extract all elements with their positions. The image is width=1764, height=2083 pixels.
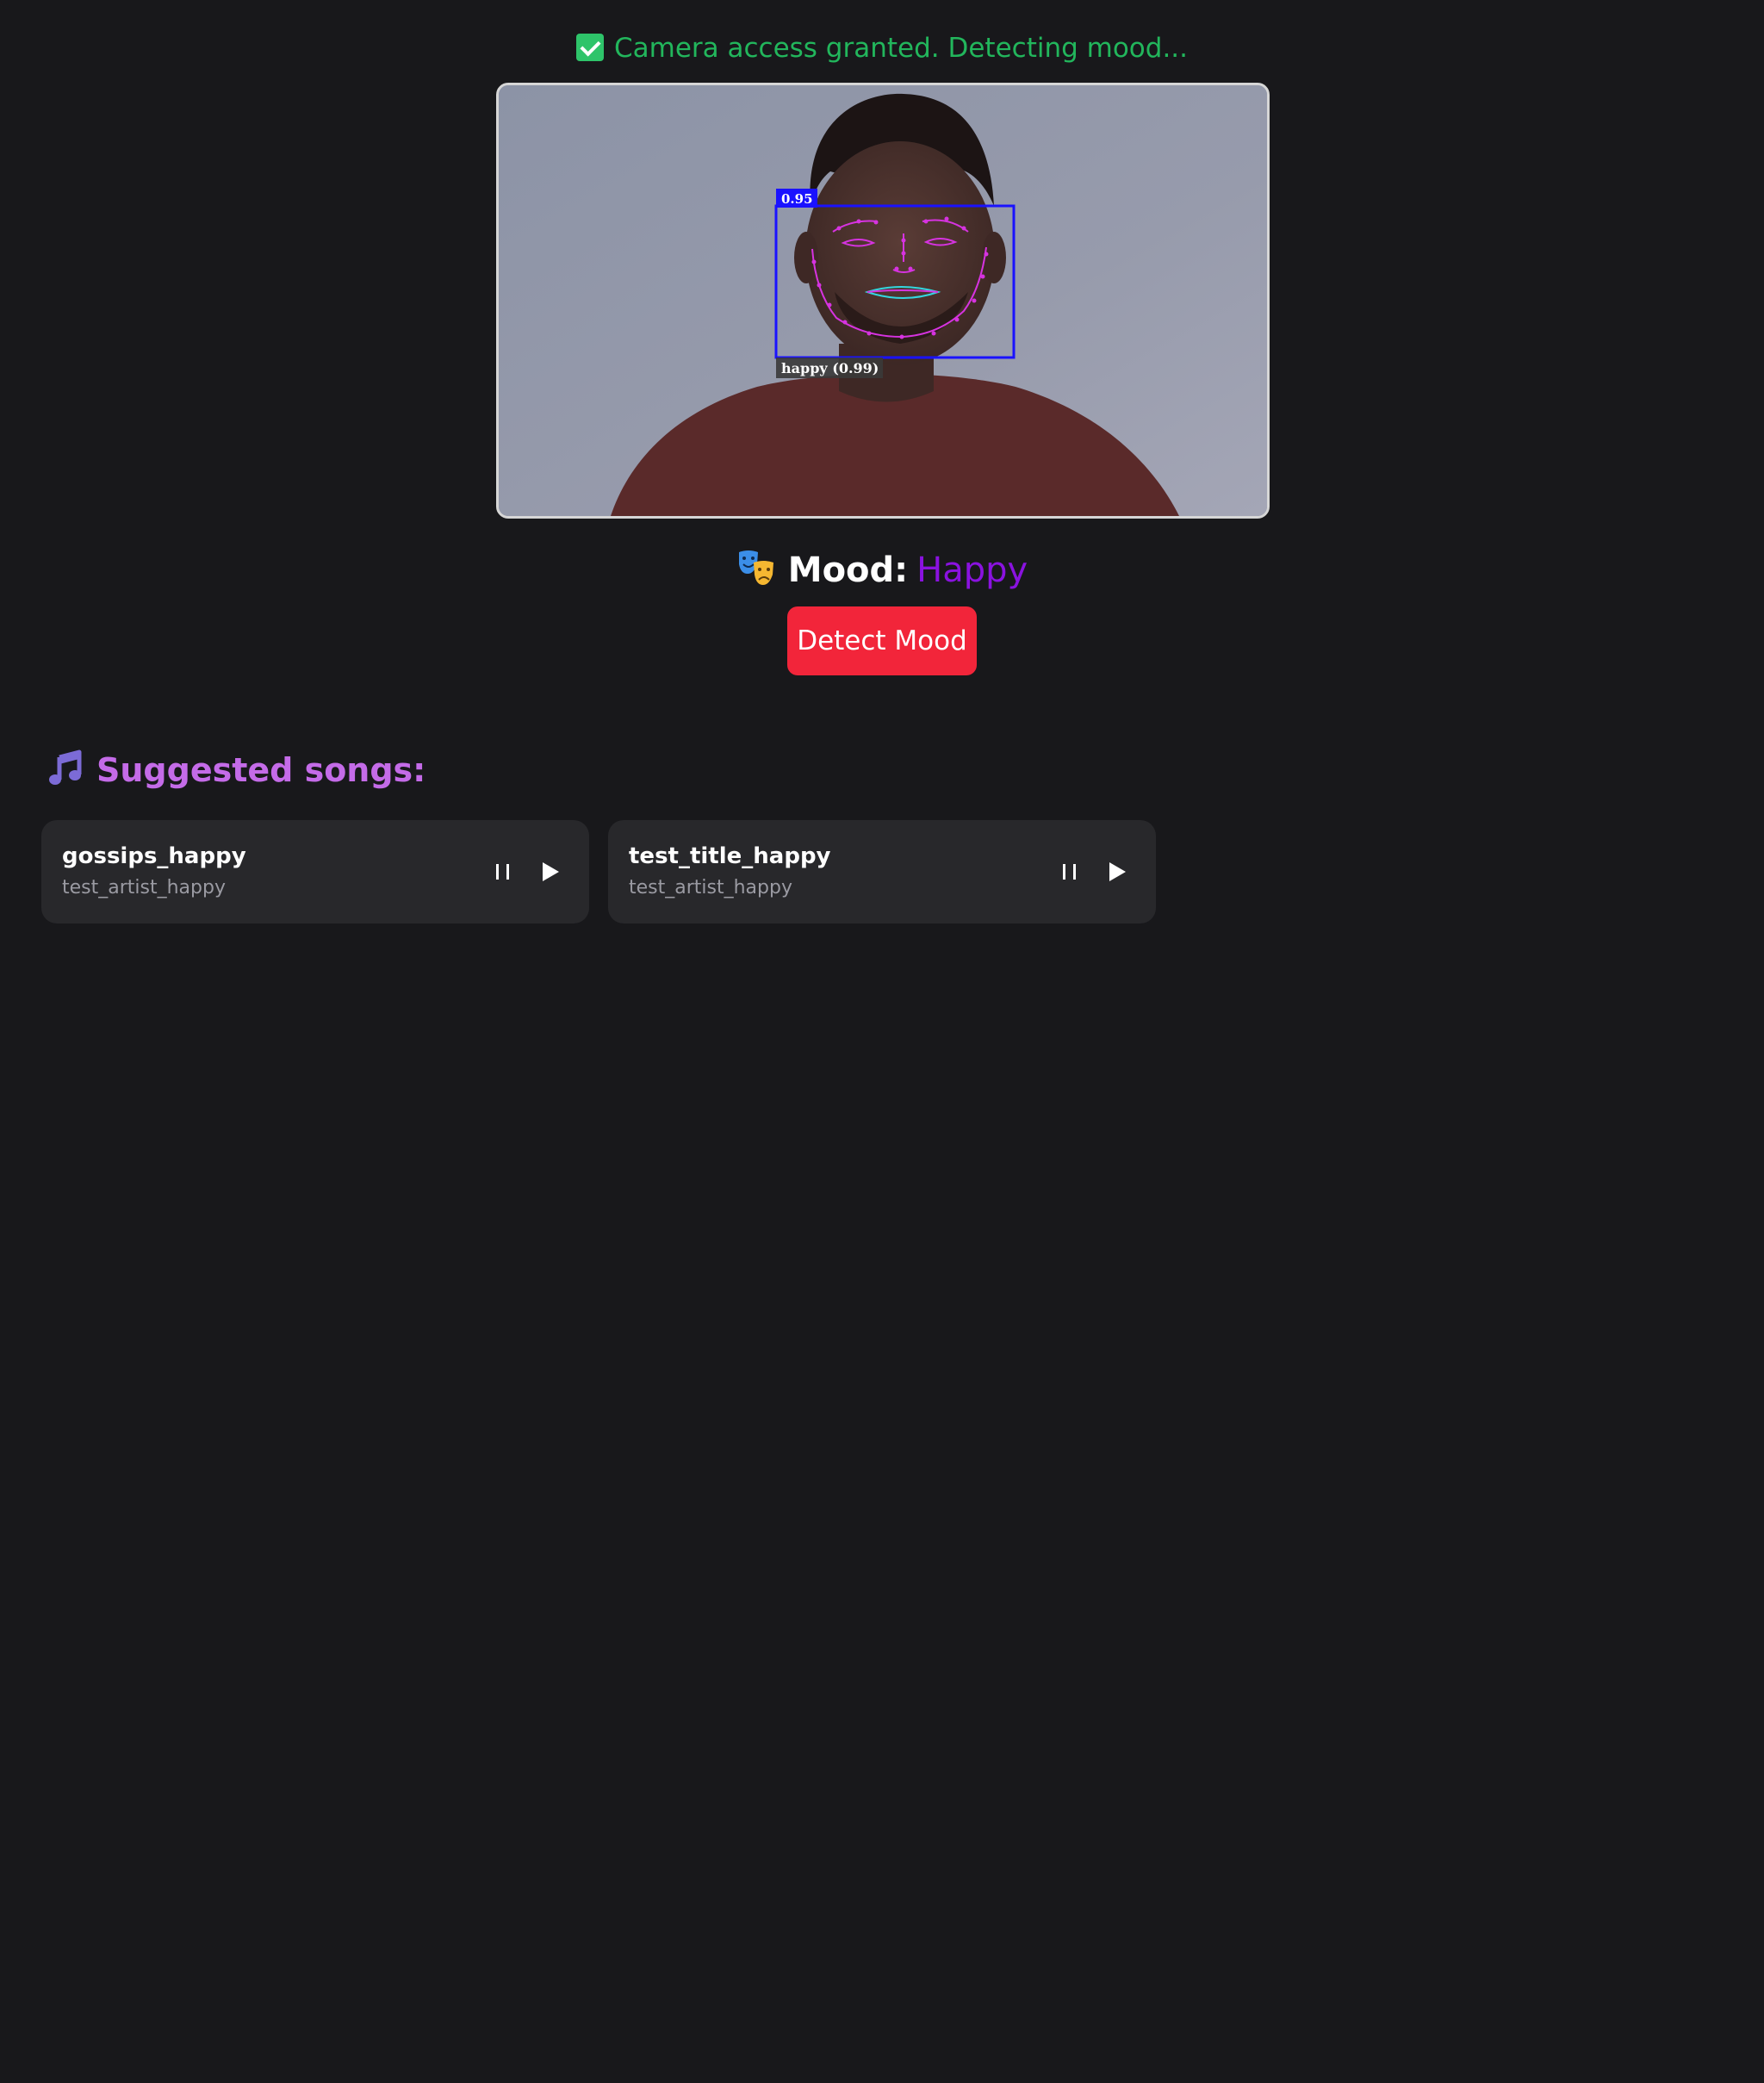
play-icon: [543, 862, 559, 881]
expression-label: happy (0.99): [781, 360, 879, 376]
song-title: gossips_happy: [62, 843, 246, 869]
mood-display: Mood: Happy: [0, 544, 1764, 596]
song-artist: test_artist_happy: [629, 877, 792, 898]
song-card: gossips_happy test_artist_happy: [41, 820, 589, 923]
suggested-songs-text: Suggested songs:: [96, 751, 426, 789]
webcam-view: 0.95 happy (0.99): [496, 83, 1270, 519]
music-note-icon: [49, 749, 82, 785]
song-artist: test_artist_happy: [62, 877, 226, 898]
pause-button[interactable]: [1053, 855, 1087, 889]
pause-icon: [496, 864, 509, 880]
song-title: test_title_happy: [629, 843, 831, 869]
camera-status-text: Camera access granted. Detecting mood...: [613, 33, 1189, 64]
mood-label: Mood:: [787, 550, 909, 590]
camera-status: Camera access granted. Detecting mood...: [0, 31, 1764, 65]
detect-mood-button[interactable]: Detect Mood: [787, 606, 977, 675]
play-icon: [1109, 862, 1126, 881]
play-button[interactable]: [1099, 855, 1134, 889]
song-card: test_title_happy test_artist_happy: [608, 820, 1156, 923]
webcam-frame: 0.95 happy (0.99): [499, 85, 1267, 516]
detection-score: 0.95: [781, 191, 813, 207]
suggested-songs-heading: Suggested songs:: [47, 748, 425, 793]
page: Camera access granted. Detecting mood...: [0, 0, 1764, 2083]
performing-arts-masks-icon: [738, 550, 773, 585]
pause-icon: [1063, 864, 1076, 880]
mood-value: Happy: [916, 550, 1028, 590]
pause-button[interactable]: [486, 855, 520, 889]
checkbox-checked-icon: [575, 34, 604, 61]
play-button[interactable]: [532, 855, 567, 889]
